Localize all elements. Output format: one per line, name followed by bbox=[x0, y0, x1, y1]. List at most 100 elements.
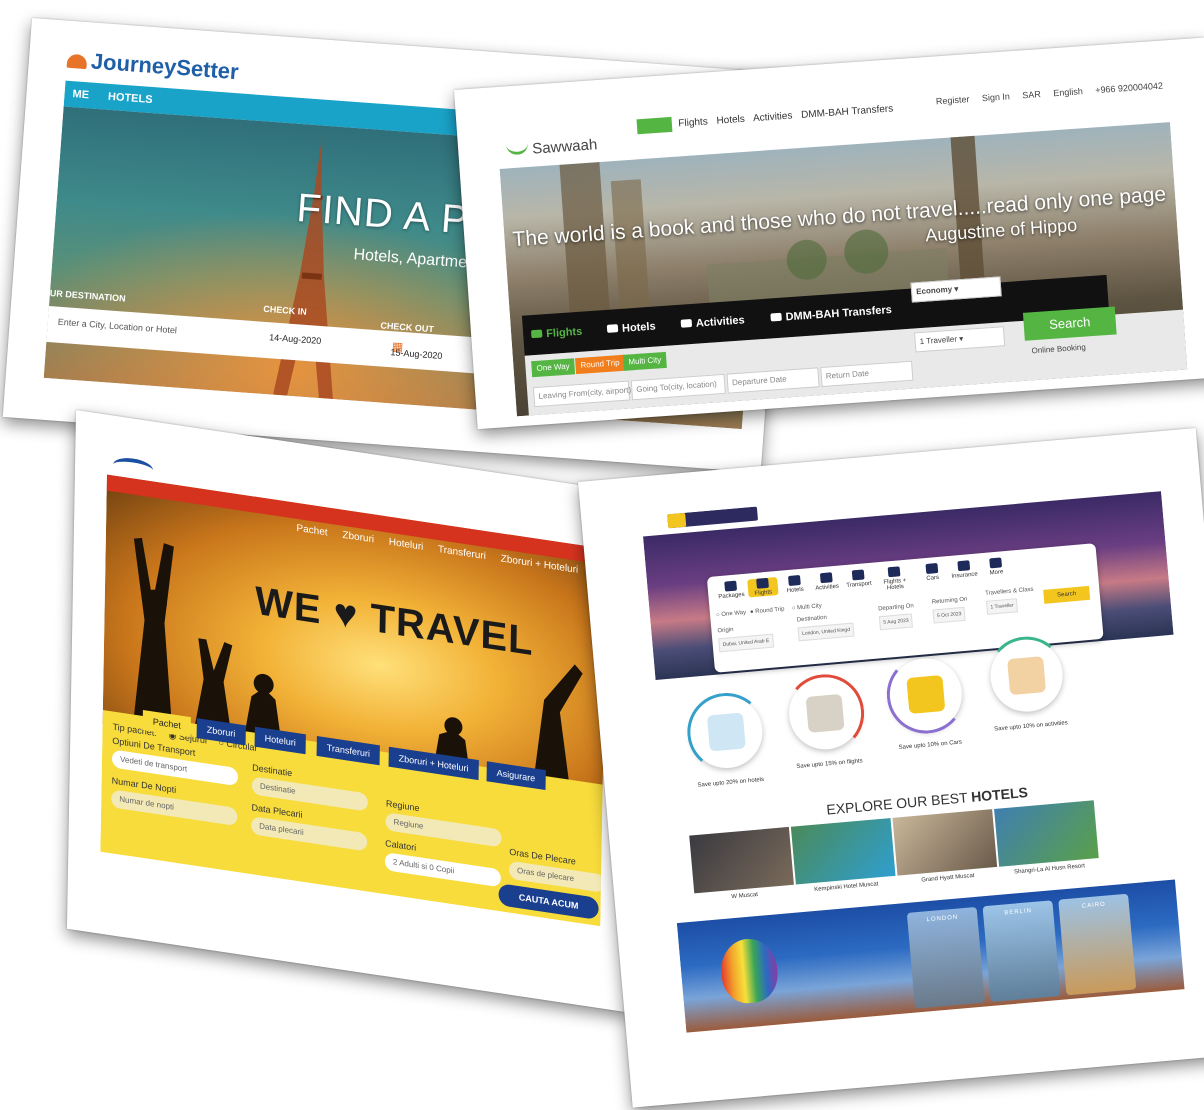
bus-icon bbox=[851, 569, 865, 581]
shield-icon bbox=[957, 560, 971, 572]
departure-input[interactable]: Data plecarii bbox=[251, 816, 368, 852]
destination-label: Destination bbox=[796, 614, 828, 624]
nav-home[interactable]: Home bbox=[636, 116, 673, 135]
destinations-banner: LONDON BERLIN CAIRO bbox=[676, 879, 1185, 1033]
returning-input[interactable]: 5 Oct 2023 bbox=[932, 606, 967, 624]
category-more[interactable]: More bbox=[980, 557, 1011, 578]
plane-icon bbox=[530, 329, 543, 339]
logo-icon bbox=[667, 512, 687, 529]
feature-flights-circle[interactable] bbox=[782, 671, 868, 756]
feature-cars-circle[interactable] bbox=[883, 652, 969, 737]
tab-flights[interactable]: Flights bbox=[530, 326, 583, 342]
nav-hotels[interactable]: Hotels bbox=[716, 114, 745, 127]
category-cars[interactable]: Cars bbox=[917, 562, 948, 583]
tab-activities[interactable]: Activities bbox=[680, 314, 745, 330]
origin-input[interactable]: Dubai, United Arab E bbox=[718, 633, 774, 653]
beach-icon bbox=[1007, 656, 1047, 696]
signin-link[interactable]: Sign In bbox=[982, 91, 1011, 103]
more-icon bbox=[989, 557, 1003, 569]
tab-transfers[interactable]: DMM-BAH Transfers bbox=[770, 304, 892, 324]
feature-activities-circle[interactable] bbox=[984, 633, 1069, 718]
sawwaah-nav: Home Flights Hotels Activities DMM-BAH T… bbox=[636, 103, 900, 135]
language-select[interactable]: English bbox=[1053, 86, 1083, 98]
hotel-card-image[interactable] bbox=[689, 826, 794, 894]
nav-activities[interactable]: Activities bbox=[753, 110, 793, 124]
search-button[interactable]: Search bbox=[1022, 306, 1117, 341]
hotels-site-screenshot: Packages Flights Hotels Activities Trans… bbox=[578, 427, 1204, 1108]
logo-icon bbox=[66, 53, 88, 70]
destination-input[interactable]: London, United Kingd bbox=[797, 622, 855, 642]
feature-cars-caption: Save upto 10% on Cars bbox=[898, 739, 963, 752]
checkin-input[interactable]: 14-Aug-2020 bbox=[269, 332, 322, 346]
online-booking-check[interactable]: Online Booking bbox=[1031, 343, 1086, 356]
site-logo[interactable] bbox=[667, 506, 759, 529]
trip-round[interactable]: Round Trip bbox=[575, 354, 626, 375]
category-insurance[interactable]: Insurance bbox=[948, 559, 979, 580]
nav-flights[interactable]: Flights bbox=[678, 116, 708, 129]
register-link[interactable]: Register bbox=[936, 94, 970, 106]
category-flights[interactable]: Flights bbox=[747, 577, 779, 598]
departing-label: Departing On bbox=[877, 603, 915, 613]
taxi-icon bbox=[906, 674, 946, 714]
phone-number: +966 920004042 bbox=[1094, 80, 1164, 96]
checkout-input[interactable]: 15-Aug-2020 bbox=[390, 347, 443, 361]
category-packages[interactable]: Packages bbox=[715, 580, 746, 601]
hot-air-balloon-icon bbox=[718, 936, 780, 1006]
sawwaah-page: Sawwaah Home Flights Hotels Activities D… bbox=[496, 80, 1188, 417]
destination-card-cairo[interactable]: CAIRO bbox=[1058, 893, 1137, 996]
return-date-input[interactable]: Return Date bbox=[820, 360, 914, 388]
car-icon bbox=[925, 562, 939, 574]
globe-plane-icon bbox=[706, 712, 746, 752]
feature-hotels-circle[interactable] bbox=[684, 689, 769, 775]
we-love-travel-page: Pachet Zboruri Hoteluri Transferuri Zbor… bbox=[100, 453, 607, 927]
nav-home[interactable]: ME bbox=[64, 81, 98, 102]
destination-label: UR DESTINATION bbox=[49, 288, 126, 304]
car-icon bbox=[770, 312, 782, 322]
trip-one-way[interactable]: One Way bbox=[531, 358, 576, 378]
destination-input[interactable]: Enter a City, Location or Hotel bbox=[57, 317, 177, 336]
currency-select[interactable]: SAR bbox=[1022, 89, 1041, 100]
nav-transfers[interactable]: DMM-BAH Transfers bbox=[801, 103, 894, 120]
sawwaah-logo[interactable]: Sawwaah bbox=[505, 136, 598, 159]
destination-card-london[interactable]: LONDON bbox=[906, 906, 985, 1009]
travelers-label: Calatori bbox=[385, 838, 417, 853]
category-activities[interactable]: Activities bbox=[811, 571, 842, 592]
we-love-travel-screenshot: Pachet Zboruri Hoteluri Transferuri Zbor… bbox=[66, 410, 636, 1013]
swoosh-icon bbox=[505, 140, 529, 156]
destination-card-berlin[interactable]: BERLIN bbox=[982, 900, 1061, 1002]
trip-one-way[interactable]: ○ One Way bbox=[716, 610, 747, 619]
london-hero: The world is a book and those who do not… bbox=[499, 122, 1188, 417]
category-hotels[interactable]: Hotels bbox=[779, 574, 810, 595]
departure-date-input[interactable]: Departure Date bbox=[726, 367, 820, 394]
nav-hotels[interactable]: HOTELS bbox=[100, 83, 162, 106]
feature-activities-caption: Save upto 10% on activities bbox=[994, 720, 1069, 733]
going-to-input[interactable]: Going To(city, location) bbox=[630, 373, 726, 401]
trip-round[interactable]: ● Round Trip bbox=[750, 606, 785, 615]
suitcase-icon bbox=[724, 580, 738, 592]
travellers-select[interactable]: 1 Traveller ▾ bbox=[914, 326, 1006, 353]
travellers-select[interactable]: 1 Traveller bbox=[985, 598, 1019, 615]
hotel-card-image[interactable] bbox=[892, 809, 998, 876]
account-links: Register Sign In SAR English +966 920004… bbox=[936, 80, 1174, 107]
hotel-icon bbox=[787, 575, 801, 587]
returning-label: Returning On bbox=[931, 596, 968, 606]
bed-icon bbox=[606, 324, 619, 333]
hotel-card-image[interactable] bbox=[994, 800, 1099, 867]
hotel-building-icon bbox=[805, 693, 845, 733]
travelers-select[interactable]: 2 Adulti si 0 Copii bbox=[384, 852, 502, 888]
destination-label: Destinatie bbox=[252, 762, 293, 779]
origin-label: Origin bbox=[717, 627, 734, 635]
activities-icon bbox=[680, 318, 693, 328]
search-button[interactable]: Search bbox=[1043, 585, 1091, 604]
region-label: Regiune bbox=[385, 798, 420, 814]
plane-icon bbox=[756, 577, 769, 589]
tab-hotels[interactable]: Hotels bbox=[606, 321, 656, 336]
departing-input[interactable]: 5 Aug 2023 bbox=[878, 613, 914, 631]
hotel-card-image[interactable] bbox=[790, 818, 896, 885]
feature-flights-caption: Save upto 15% on flights bbox=[796, 758, 863, 771]
leaving-from-input[interactable]: Leaving From(city, airport) bbox=[532, 380, 631, 408]
trip-multi-city[interactable]: ○ Multi City bbox=[792, 603, 822, 612]
category-transport[interactable]: Transport bbox=[843, 569, 874, 590]
trip-multi-city[interactable]: Multi City bbox=[622, 351, 667, 371]
category-flights-hotels[interactable]: Flights + Hotels bbox=[879, 566, 911, 593]
